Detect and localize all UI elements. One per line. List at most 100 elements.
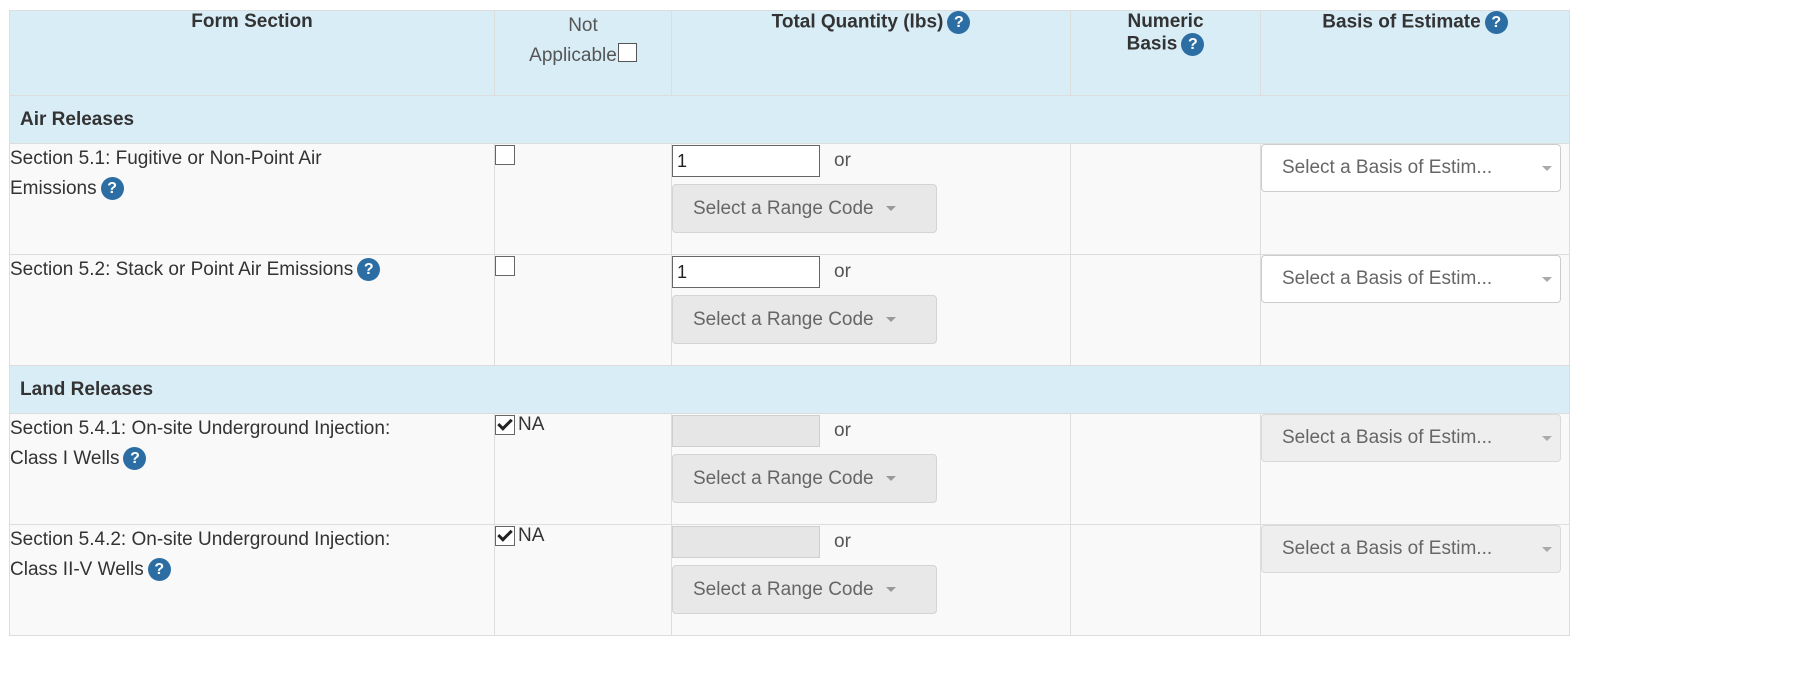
header-numeric-basis: Numeric Basis? xyxy=(1070,10,1261,96)
quantity-line: or xyxy=(672,525,1070,559)
table-row: Section 5.4.2: On-site Underground Injec… xyxy=(9,524,1570,636)
header-not-applicable-line2: Applicable xyxy=(529,45,617,66)
table-row: Section 5.2: Stack or Point Air Emission… xyxy=(9,254,1570,366)
not-applicable-checkbox[interactable] xyxy=(495,415,515,435)
quantity-line: or xyxy=(672,144,1070,178)
table-header-row: Form Section Not Applicable Total Quanti… xyxy=(9,10,1570,96)
basis-of-estimate-select[interactable]: Select a Basis of Estim... xyxy=(1261,525,1561,573)
range-code-dropdown[interactable]: Select a Range Code xyxy=(672,184,937,233)
numeric-basis-cell xyxy=(1070,524,1261,636)
basis-of-estimate-cell: Select a Basis of Estim... xyxy=(1260,143,1570,255)
not-applicable-checkbox[interactable] xyxy=(495,526,515,546)
quantity-input[interactable] xyxy=(672,526,820,558)
header-total-quantity: Total Quantity (lbs)? xyxy=(671,10,1071,96)
form-section-label-line1-wrap: Section 5.2: Stack or Point Air Emission… xyxy=(10,255,494,285)
header-numeric-line2-wrap: Basis? xyxy=(1071,33,1260,56)
group-row-land-releases: Land Releases xyxy=(9,365,1570,414)
caret-down-icon xyxy=(885,587,896,592)
form-section-label-line2-wrap: Emissions? xyxy=(10,174,494,204)
quantity-line: or xyxy=(672,255,1070,289)
total-quantity-cell: or Select a Range Code xyxy=(671,143,1071,255)
caret-down-icon xyxy=(1542,277,1552,282)
not-applicable-cell: NA xyxy=(494,524,672,636)
help-icon[interactable]: ? xyxy=(947,11,971,34)
caret-down-icon xyxy=(1542,166,1552,171)
form-section-label-line1: Section 5.2: Stack or Point Air Emission… xyxy=(10,259,354,280)
quantity-input[interactable] xyxy=(672,415,820,447)
total-quantity-cell: or Select a Range Code xyxy=(671,254,1071,366)
not-applicable-cell xyxy=(494,143,672,255)
form-section-cell: Section 5.1: Fugitive or Non-Point Air E… xyxy=(9,143,495,255)
caret-down-icon xyxy=(885,317,896,322)
or-text: or xyxy=(834,420,851,441)
form-section-label-line2: Class II-V Wells xyxy=(10,559,144,580)
header-numeric-line1: Numeric xyxy=(1127,11,1204,32)
not-applicable-cell xyxy=(494,254,672,366)
or-text: or xyxy=(834,150,851,171)
range-code-label: Select a Range Code xyxy=(693,467,874,489)
basis-of-estimate-value: Select a Basis of Estim... xyxy=(1282,268,1493,289)
or-text: or xyxy=(834,531,851,552)
table-row: Section 5.4.1: On-site Underground Injec… xyxy=(9,413,1570,525)
release-form-table: Form Section Not Applicable Total Quanti… xyxy=(9,10,1570,636)
quantity-line: or xyxy=(672,414,1070,448)
release-form-table-wrapper: Form Section Not Applicable Total Quanti… xyxy=(9,10,1807,678)
range-code-dropdown[interactable]: Select a Range Code xyxy=(672,565,937,614)
form-section-label-line2: Class I Wells xyxy=(10,448,120,469)
numeric-basis-cell xyxy=(1070,254,1261,366)
table-row: Section 5.1: Fugitive or Non-Point Air E… xyxy=(9,143,1570,255)
or-text: or xyxy=(834,261,851,282)
help-icon[interactable]: ? xyxy=(147,558,171,582)
total-quantity-cell: or Select a Range Code xyxy=(671,524,1071,636)
form-section-cell: Section 5.4.2: On-site Underground Injec… xyxy=(9,524,495,636)
range-code-label: Select a Range Code xyxy=(693,308,874,330)
basis-of-estimate-select[interactable]: Select a Basis of Estim... xyxy=(1261,255,1561,303)
group-title-air-releases: Air Releases xyxy=(9,95,1570,144)
form-section-label-line2-wrap: Class II-V Wells? xyxy=(10,555,494,585)
header-not-applicable-line2-wrap: Applicable xyxy=(495,41,671,71)
form-section-label-line1: Section 5.4.1: On-site Underground Injec… xyxy=(10,418,391,439)
quantity-input[interactable] xyxy=(672,256,820,288)
range-code-label: Select a Range Code xyxy=(693,197,874,219)
not-applicable-checkbox[interactable] xyxy=(495,144,515,165)
help-icon[interactable]: ? xyxy=(357,258,381,282)
range-code-dropdown[interactable]: Select a Range Code xyxy=(672,454,937,503)
basis-of-estimate-select[interactable]: Select a Basis of Estim... xyxy=(1261,144,1561,192)
help-icon[interactable]: ? xyxy=(1484,11,1508,34)
na-label: NA xyxy=(518,414,545,435)
basis-of-estimate-select[interactable]: Select a Basis of Estim... xyxy=(1261,414,1561,462)
caret-down-icon xyxy=(1542,436,1552,441)
caret-down-icon xyxy=(885,206,896,211)
help-icon[interactable]: ? xyxy=(100,177,124,201)
not-applicable-cell: NA xyxy=(494,413,672,525)
basis-of-estimate-cell: Select a Basis of Estim... xyxy=(1260,524,1570,636)
basis-of-estimate-value: Select a Basis of Estim... xyxy=(1282,427,1493,448)
group-row-air-releases: Air Releases xyxy=(9,95,1570,144)
not-applicable-all-checkbox[interactable] xyxy=(617,43,637,62)
quantity-input[interactable] xyxy=(672,145,820,177)
header-not-applicable-line1: Not xyxy=(568,15,598,36)
form-section-label-line1: Section 5.1: Fugitive or Non-Point Air xyxy=(10,148,322,169)
range-code-dropdown[interactable]: Select a Range Code xyxy=(672,295,937,344)
help-icon[interactable]: ? xyxy=(1181,33,1205,56)
caret-down-icon xyxy=(885,476,896,481)
not-applicable-checkbox[interactable] xyxy=(495,255,515,276)
header-basis-of-estimate: Basis of Estimate? xyxy=(1260,10,1570,96)
basis-of-estimate-value: Select a Basis of Estim... xyxy=(1282,538,1493,559)
header-numeric-line2: Basis xyxy=(1126,33,1178,55)
basis-of-estimate-cell: Select a Basis of Estim... xyxy=(1260,254,1570,366)
caret-down-icon xyxy=(1542,547,1552,552)
range-code-label: Select a Range Code xyxy=(693,578,874,600)
header-basis-of-estimate-label: Basis of Estimate xyxy=(1322,11,1481,33)
header-not-applicable: Not Applicable xyxy=(494,10,672,96)
header-total-quantity-label: Total Quantity (lbs) xyxy=(771,11,944,33)
na-label: NA xyxy=(518,525,545,546)
numeric-basis-cell xyxy=(1070,413,1261,525)
basis-of-estimate-cell: Select a Basis of Estim... xyxy=(1260,413,1570,525)
header-form-section: Form Section xyxy=(9,10,495,96)
help-icon[interactable]: ? xyxy=(123,447,147,471)
total-quantity-cell: or Select a Range Code xyxy=(671,413,1071,525)
form-section-label-line2-wrap: Class I Wells? xyxy=(10,444,494,474)
basis-of-estimate-value: Select a Basis of Estim... xyxy=(1282,157,1493,178)
form-section-cell: Section 5.4.1: On-site Underground Injec… xyxy=(9,413,495,525)
